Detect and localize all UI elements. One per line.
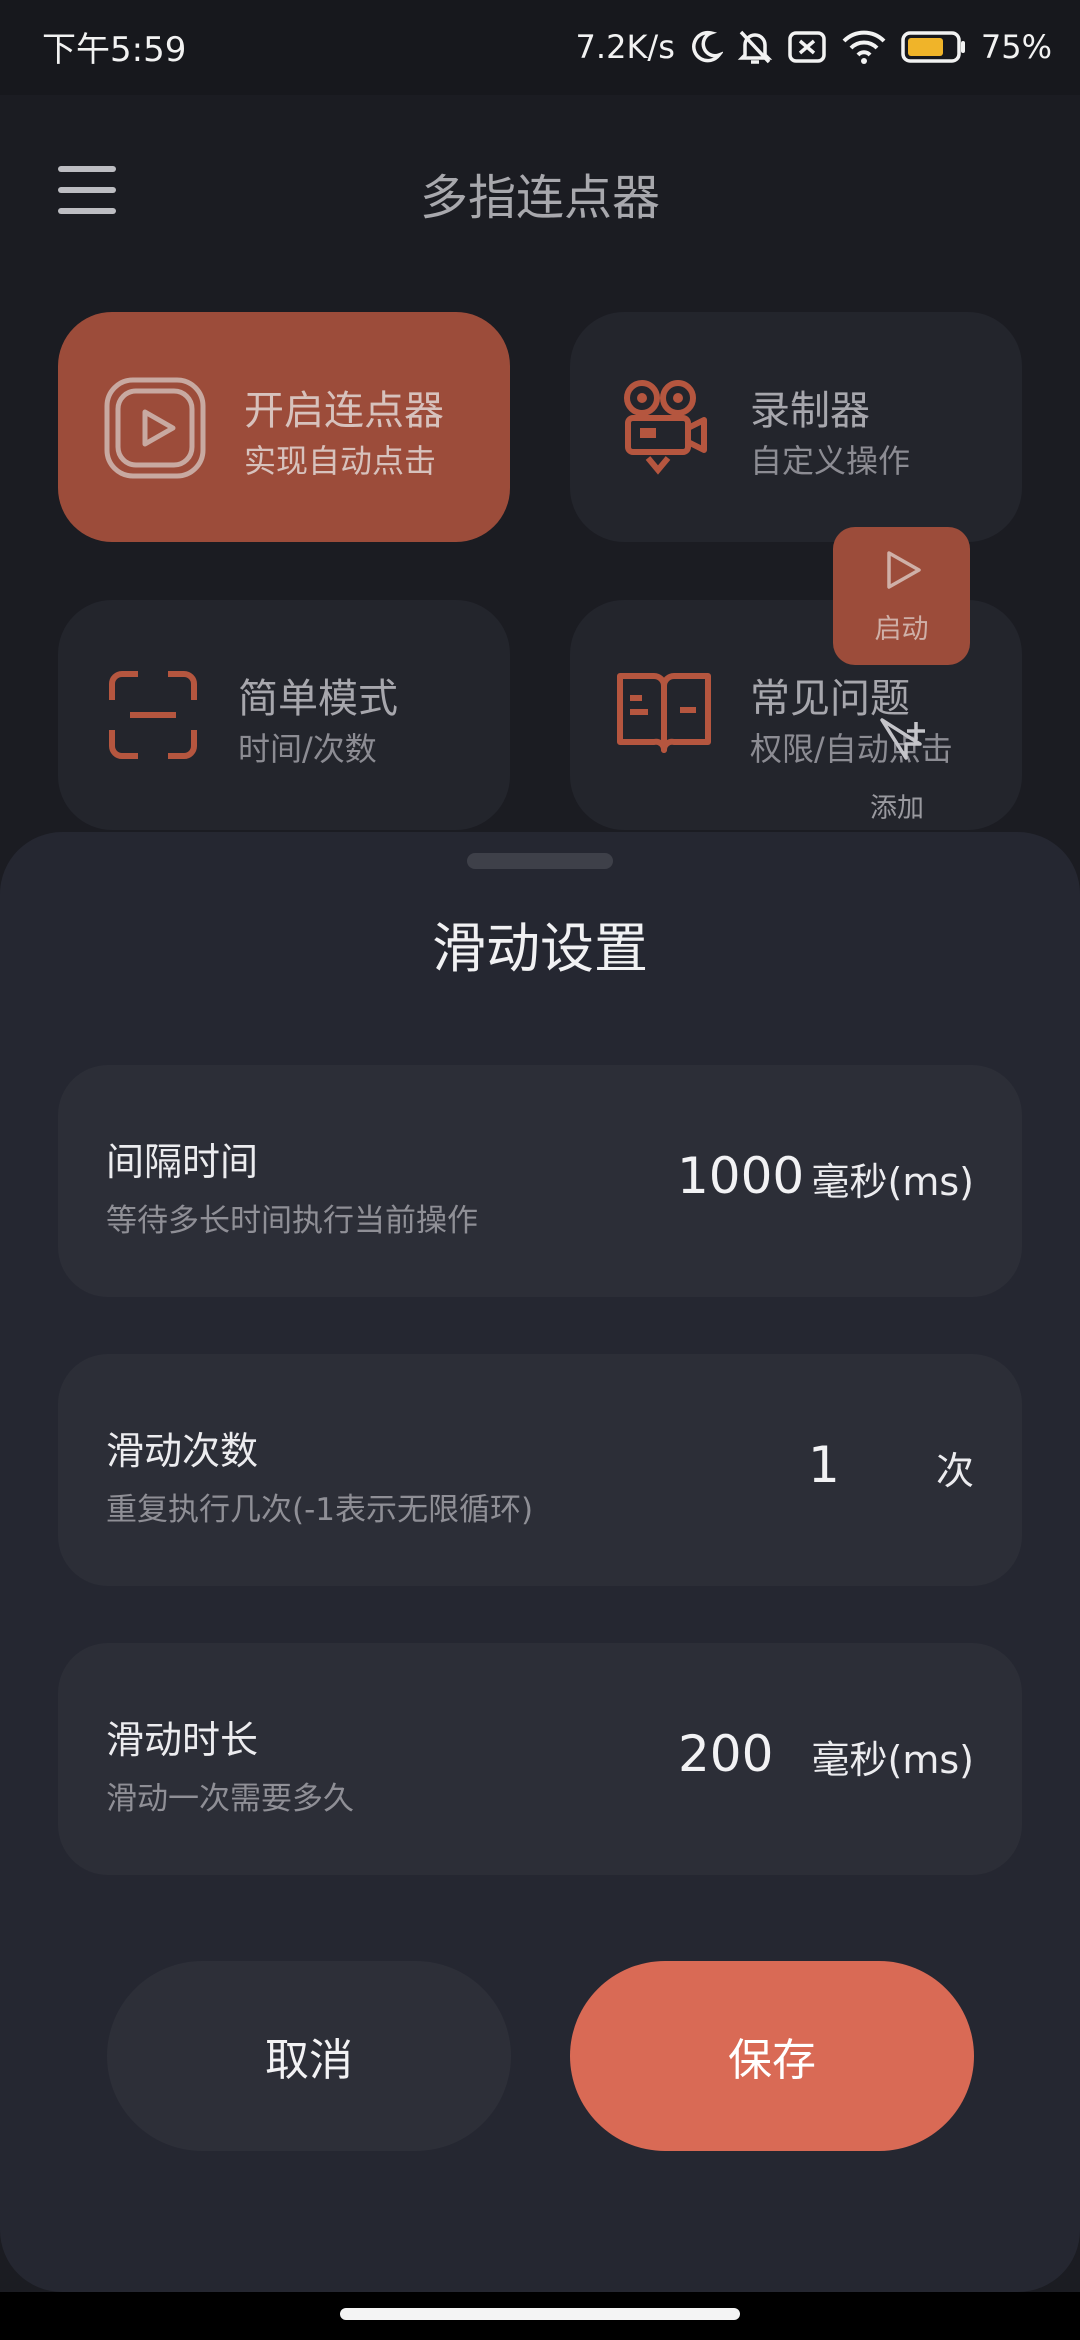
save-button[interactable]: 保存 [570, 1961, 974, 2151]
setting-description: 重复执行几次(-1表示无限循环) [106, 1492, 534, 1528]
cursor-add-icon[interactable] [876, 714, 930, 774]
battery-percent: 75% [980, 28, 1052, 66]
card-start-clicker[interactable]: 开启连点器 实现自动点击 [58, 312, 510, 542]
setting-title: 间隔时间 [106, 1140, 259, 1184]
setting-title: 滑动次数 [106, 1429, 259, 1473]
mute-bell-icon [737, 28, 773, 66]
sheet-title: 滑动设置 [432, 917, 648, 980]
card-subtitle: 自定义操作 [750, 442, 911, 480]
card-title: 开启连点器 [244, 388, 444, 434]
card-subtitle: 时间/次数 [238, 730, 377, 768]
floating-add-label[interactable]: 添加 [870, 786, 924, 825]
card-recorder[interactable]: 录制器 自定义操作 [570, 312, 1022, 542]
moon-icon [689, 29, 723, 65]
card-title: 录制器 [750, 388, 870, 434]
card-title: 简单模式 [238, 676, 398, 722]
setting-unit: 毫秒(ms) [811, 1160, 974, 1204]
setting-description: 等待多长时间执行当前操作 [106, 1203, 478, 1239]
wifi-icon [841, 29, 887, 65]
sim-x-icon [787, 30, 827, 64]
card-subtitle: 实现自动点击 [244, 442, 437, 480]
network-speed: 7.2K/s [575, 28, 675, 66]
play-icon [103, 376, 207, 484]
status-time: 下午5:59 [42, 30, 187, 70]
setting-row-swipe-count[interactable]: 滑动次数 重复执行几次(-1表示无限循环) 1 次 [58, 1354, 1022, 1586]
scan-icon [108, 670, 198, 764]
cancel-button[interactable]: 取消 [107, 1961, 511, 2151]
floating-start-label: 启动 [874, 614, 929, 645]
card-simple-mode[interactable]: 简单模式 时间/次数 [58, 600, 510, 830]
play-icon [883, 549, 923, 595]
setting-row-interval[interactable]: 间隔时间 等待多长时间执行当前操作 1000 毫秒(ms) [58, 1065, 1022, 1297]
sheet-drag-handle[interactable] [467, 853, 613, 869]
status-icons: 7.2K/s 75% [576, 22, 1052, 72]
setting-title: 滑动时长 [106, 1718, 259, 1762]
swipe-duration-input[interactable]: 200 [678, 1725, 773, 1783]
setting-unit: 次 [935, 1449, 974, 1493]
floating-start-button[interactable]: 启动 [833, 527, 970, 665]
setting-unit: 毫秒(ms) [811, 1738, 974, 1782]
home-indicator[interactable] [340, 2308, 740, 2320]
camera-icon [620, 378, 710, 482]
battery-icon [901, 30, 967, 64]
setting-row-swipe-duration[interactable]: 滑动时长 滑动一次需要多久 200 毫秒(ms) [58, 1643, 1022, 1875]
interval-value-input[interactable]: 1000 [677, 1147, 804, 1205]
app-title: 多指连点器 [419, 170, 660, 226]
book-icon [614, 670, 714, 764]
swipe-count-input[interactable]: 1 [808, 1436, 840, 1494]
setting-description: 滑动一次需要多久 [106, 1781, 354, 1817]
